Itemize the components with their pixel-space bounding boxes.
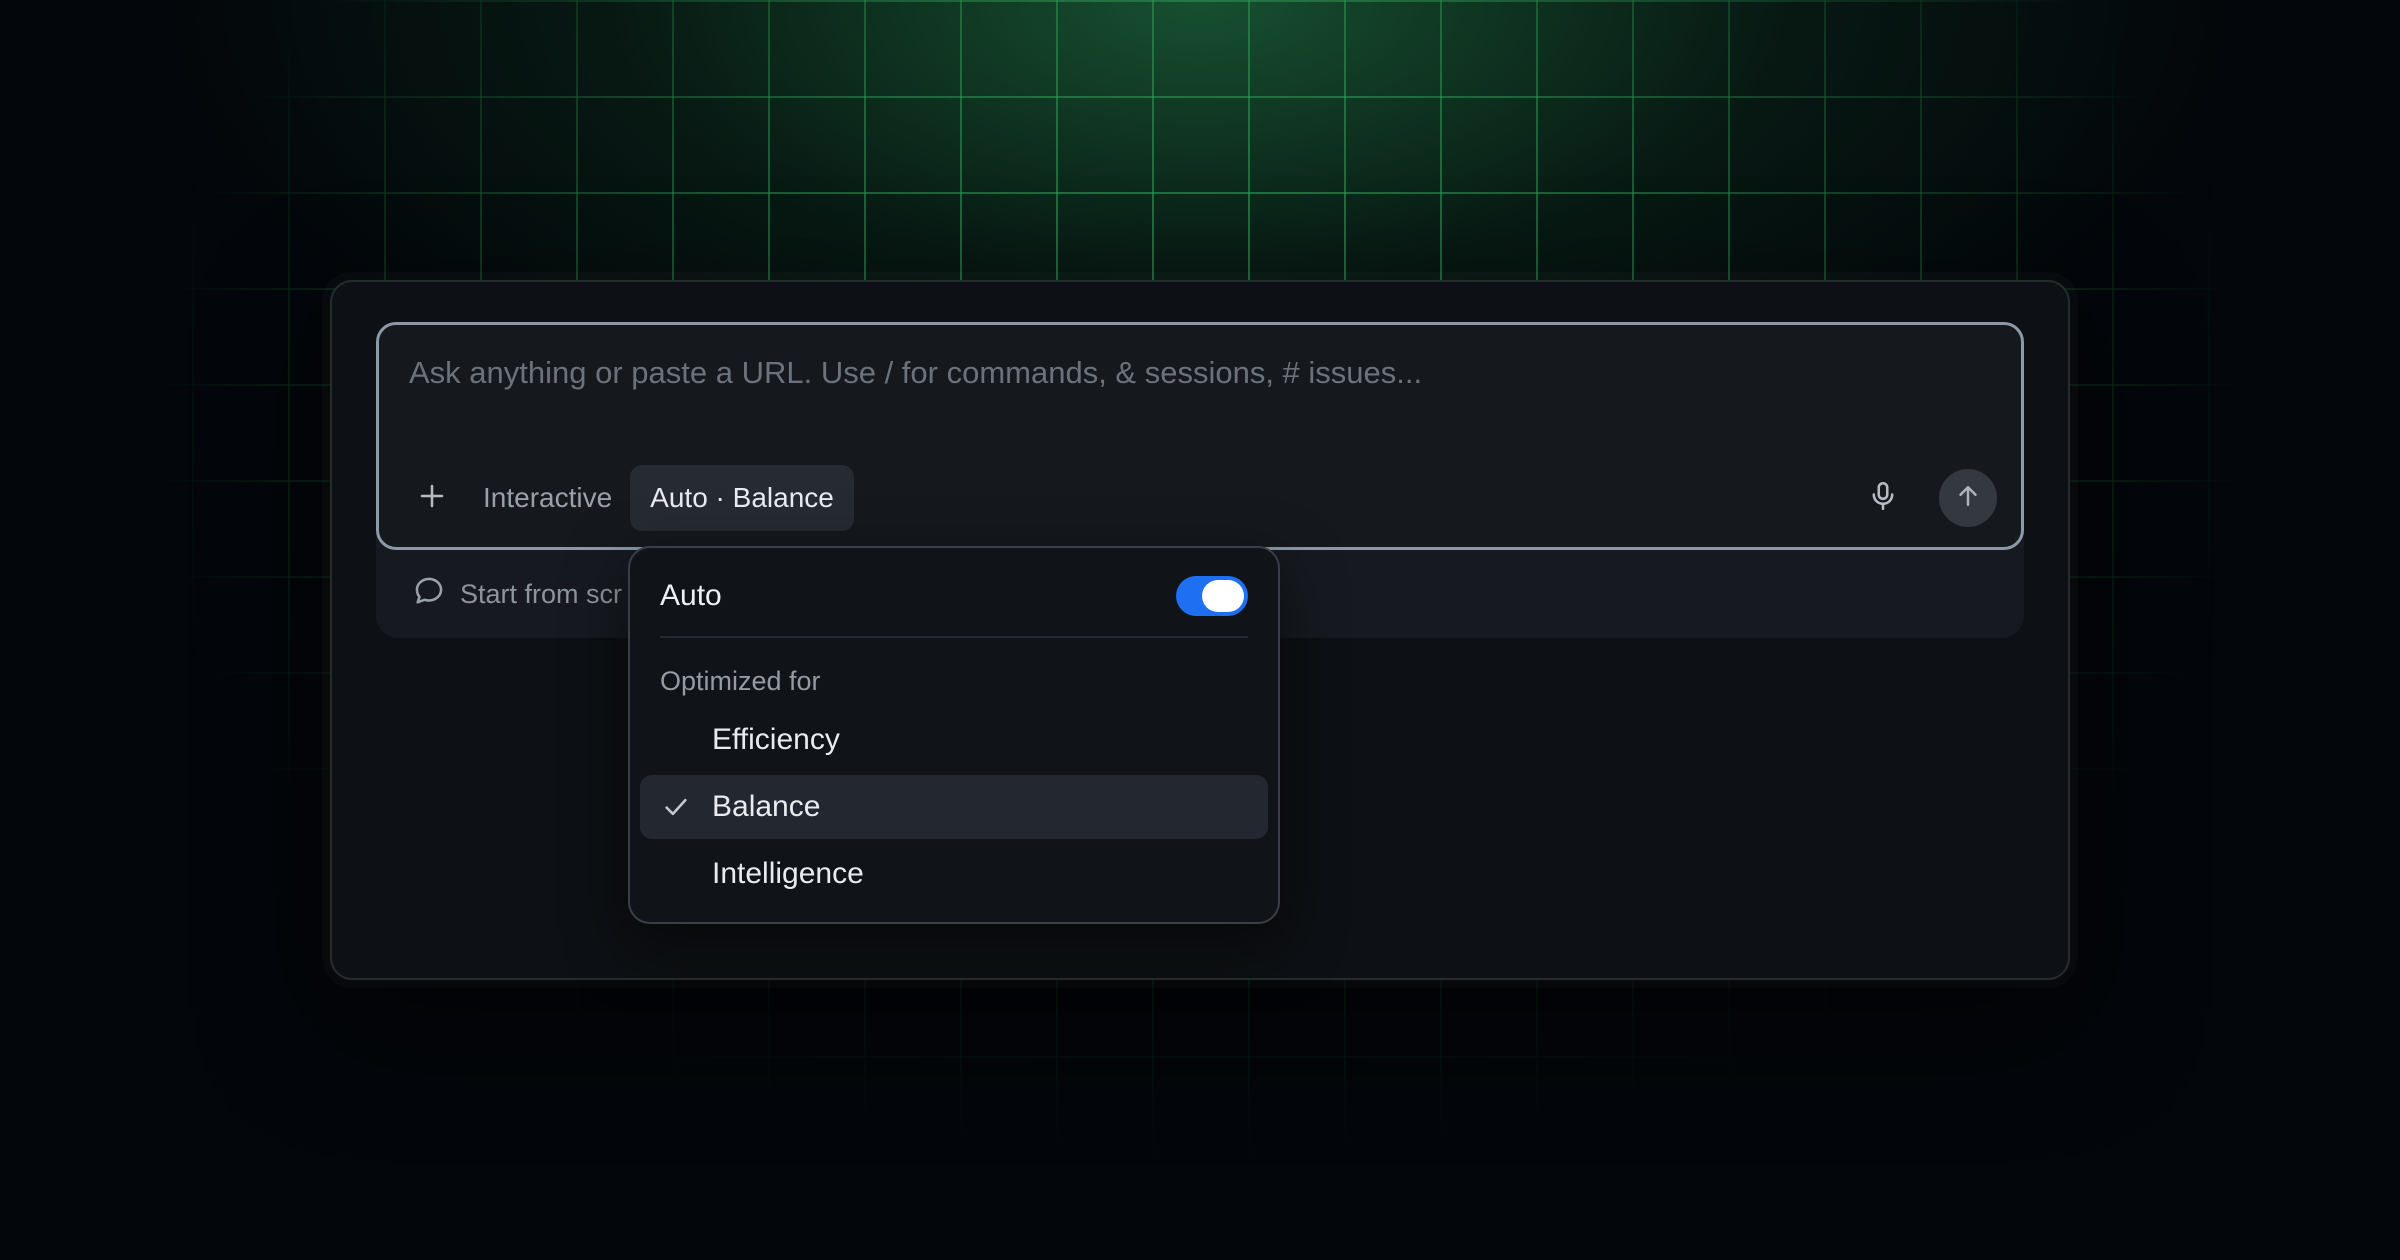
option-intelligence[interactable]: Intelligence	[640, 842, 1268, 906]
model-selector-button[interactable]: Auto · Balance	[630, 465, 854, 531]
composer-toolbar: Interactive Auto · Balance	[403, 465, 1997, 531]
arrow-up-icon	[1953, 481, 1983, 516]
microphone-icon	[1866, 479, 1900, 518]
checkmark-icon	[640, 792, 712, 822]
option-label: Balance	[712, 790, 821, 823]
menu-divider	[660, 636, 1248, 638]
send-button[interactable]	[1939, 469, 1997, 527]
voice-input-button[interactable]	[1855, 470, 1911, 526]
add-attachment-button[interactable]	[403, 469, 461, 527]
toggle-knob	[1202, 580, 1244, 612]
suggestion-start-from-scratch[interactable]: Start from scr	[412, 574, 632, 614]
option-efficiency[interactable]: Efficiency	[640, 708, 1268, 772]
option-label: Intelligence	[712, 857, 864, 890]
mode-selector-interactive[interactable]: Interactive	[483, 482, 612, 514]
prompt-input-placeholder[interactable]: Ask anything or paste a URL. Use / for c…	[409, 355, 1422, 391]
model-options-menu: Auto Optimized for Efficiency Balance In…	[628, 546, 1280, 924]
background-stage: Start from scr Ask anything or paste a U…	[0, 0, 2400, 1260]
option-balance[interactable]: Balance	[640, 775, 1268, 839]
model-selector-label: Auto · Balance	[650, 482, 834, 513]
auto-toggle-switch[interactable]	[1176, 576, 1248, 616]
optimized-for-heading: Optimized for	[660, 666, 821, 696]
chat-bubble-icon	[412, 574, 446, 614]
suggestion-label: Start from scr	[460, 578, 623, 609]
auto-label: Auto	[660, 579, 722, 612]
plus-icon	[417, 481, 447, 516]
prompt-composer[interactable]: Ask anything or paste a URL. Use / for c…	[376, 322, 2024, 550]
auto-toggle-row[interactable]: Auto	[660, 568, 1248, 624]
option-label: Efficiency	[712, 723, 840, 756]
